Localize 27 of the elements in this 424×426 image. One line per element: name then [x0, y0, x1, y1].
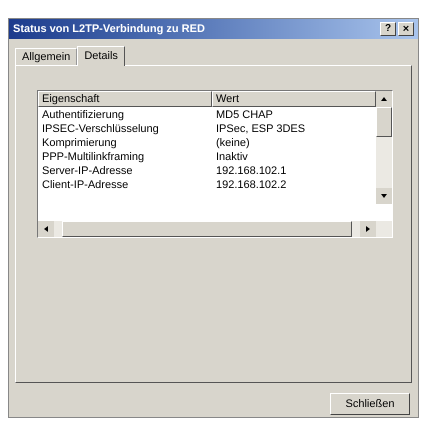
table-cell-text: Inaktiv — [215, 150, 249, 164]
column-header[interactable]: Wert — [212, 91, 376, 107]
close-button[interactable]: × — [398, 22, 414, 36]
table-cell-text: Server-IP-Adresse — [41, 164, 134, 178]
help-button[interactable]: ? — [380, 22, 396, 36]
scrollbar-corner — [376, 221, 392, 237]
table-cell-text: (keine) — [215, 136, 251, 150]
table-cell-text: Komprimierung — [41, 136, 118, 150]
scroll-left-icon[interactable] — [38, 221, 54, 237]
tab[interactable]: Details — [77, 46, 125, 66]
window-title: Status von L2TP-Verbindung zu RED — [13, 22, 206, 37]
scroll-thumb[interactable] — [376, 107, 392, 137]
table-cell-text: MD5 CHAP — [215, 108, 274, 122]
table-cell-text: 192.168.102.1 — [215, 164, 288, 178]
table-cell-text: IPSEC-Verschlüsselung — [41, 122, 160, 136]
tab[interactable]: Allgemein — [15, 48, 78, 65]
table-cell-text: 192.168.102.2 — [215, 178, 288, 192]
scroll-right-icon[interactable] — [360, 221, 376, 237]
vertical-scrollbar[interactable] — [376, 91, 392, 204]
close-dialog-button[interactable]: Schließen — [330, 393, 410, 415]
column-header[interactable]: Eigenschaft — [38, 91, 212, 107]
table-cell-text: PPP-Multilinkframing — [41, 150, 146, 164]
scroll-down-icon[interactable] — [376, 188, 392, 204]
scroll-up-icon[interactable] — [376, 91, 392, 107]
table-cell-text: Client-IP-Adresse — [41, 178, 130, 192]
table-cell-text: Authentifizierung — [41, 108, 125, 122]
table-cell-text: IPSec, ESP 3DES — [215, 122, 306, 136]
